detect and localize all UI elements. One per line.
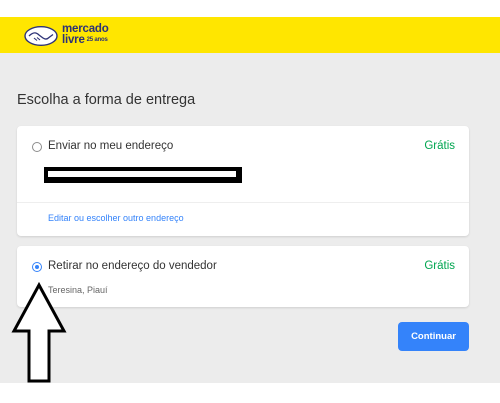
footer-space (0, 383, 500, 403)
option-ship-label: Enviar no meu endereço (48, 140, 174, 152)
card-divider (17, 202, 469, 203)
mercado-livre-logo[interactable]: mercado livre 25 anos (24, 23, 114, 49)
handshake-icon (24, 26, 58, 46)
continue-button[interactable]: Continuar (398, 322, 469, 351)
radio-pickup[interactable] (32, 262, 42, 272)
delivery-option-ship[interactable]: Enviar no meu endereço Grátis Editar ou … (17, 126, 469, 236)
address-redacted (44, 167, 242, 183)
option-pickup-label: Retirar no endereço do vendedor (48, 260, 217, 272)
logo-line2: livre (62, 34, 85, 46)
header: mercado livre 25 anos (0, 17, 500, 53)
option-ship-price: Grátis (424, 140, 455, 152)
delivery-option-pickup[interactable]: Retirar no endereço do vendedor Grátis T… (17, 246, 469, 307)
up-arrow-icon (11, 281, 67, 383)
edit-address-link[interactable]: Editar ou escolher outro endereço (48, 213, 184, 223)
option-pickup-price: Grátis (424, 260, 455, 272)
top-bar (0, 0, 500, 17)
page-title: Escolha a forma de entrega (17, 92, 196, 108)
radio-ship[interactable] (32, 142, 42, 152)
logo-wordmark: mercado livre 25 anos (62, 23, 109, 46)
logo-line2-wrap: livre 25 anos (62, 34, 109, 46)
logo-badge: 25 anos (86, 37, 108, 43)
